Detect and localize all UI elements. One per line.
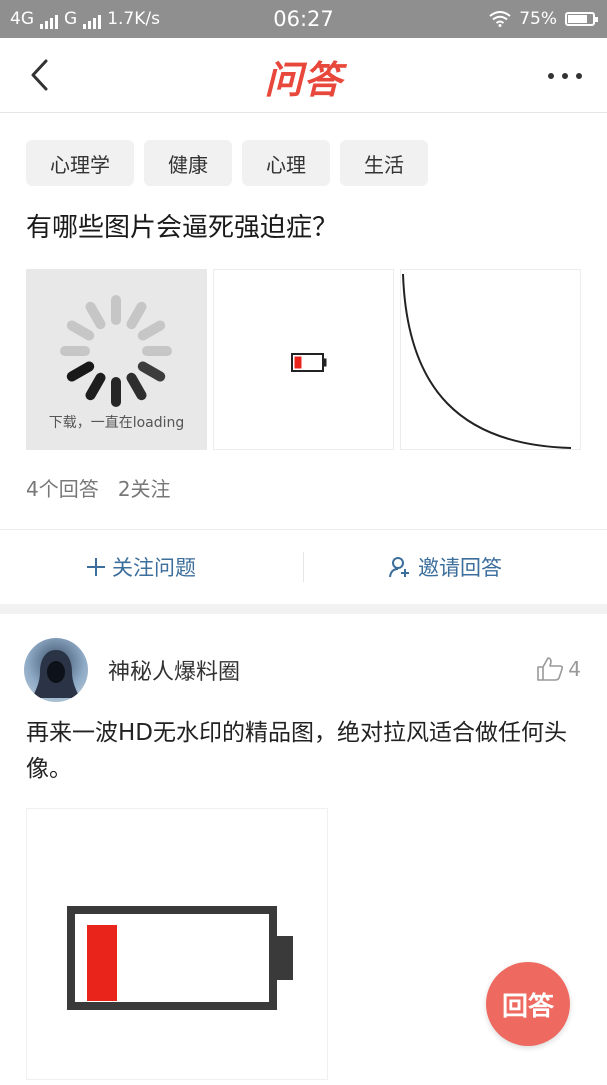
question-title[interactable]: 有哪些图片会逼死强迫症？ [26,207,338,244]
tag-psychology-science[interactable]: 心理学 [26,140,134,186]
question-images: 下载，一直在loading [26,269,581,450]
like-button[interactable]: 4 [536,656,581,682]
nav-bar: 问答 [0,38,607,113]
hooded-figure-icon [32,650,80,698]
topic-tags: 心理学 健康 心理 生活 [26,140,428,186]
answer-text[interactable]: 再来一波HD无水印的精品图，绝对拉风适合做任何头像。 [26,715,586,787]
tag-life[interactable]: 生活 [340,140,428,186]
answer-image[interactable] [26,808,328,1080]
thumbs-up-icon [537,657,564,681]
follow-question-button[interactable]: 关注问题 [86,552,196,582]
question-image-curve[interactable] [400,269,581,450]
question-image-battery[interactable] [213,269,394,450]
action-separator [303,552,304,582]
status-right: 75% [489,9,598,29]
tag-psychology[interactable]: 心理 [242,140,330,186]
page-title: 问答 [264,58,343,102]
more-dots-icon[interactable] [545,64,585,88]
loading-caption: 下载，一直在loading [48,415,185,431]
followers-count: 2关注 [117,477,171,501]
section-separator [0,604,607,614]
low-battery-icon [67,906,293,1010]
wifi-icon [489,11,511,27]
question-actions: 关注问题 邀请回答 [0,530,607,604]
follow-label: 关注问题 [112,556,196,580]
invite-answer-button[interactable]: 邀请回答 [388,552,502,582]
battery-percent: 75% [519,9,557,29]
status-bar: 4G G 1.7K/s 06:27 75% [0,0,607,38]
answer-fab-button[interactable]: 回答 [486,962,570,1046]
author-name[interactable]: 神秘人爆料圈 [108,654,240,686]
plus-icon [87,558,105,576]
question-image-loading[interactable]: 下载，一直在loading [26,269,207,450]
avatar[interactable] [24,638,88,702]
like-count: 4 [568,657,581,681]
tag-health[interactable]: 健康 [144,140,232,186]
battery-icon [565,12,598,26]
invite-user-icon [389,557,409,578]
answers-count[interactable]: 4个回答 [26,477,99,501]
question-meta: 4个回答 2关注 [26,473,171,502]
low-battery-icon [291,353,327,372]
curve-line-icon [402,273,572,449]
invite-label: 邀请回答 [418,556,502,580]
